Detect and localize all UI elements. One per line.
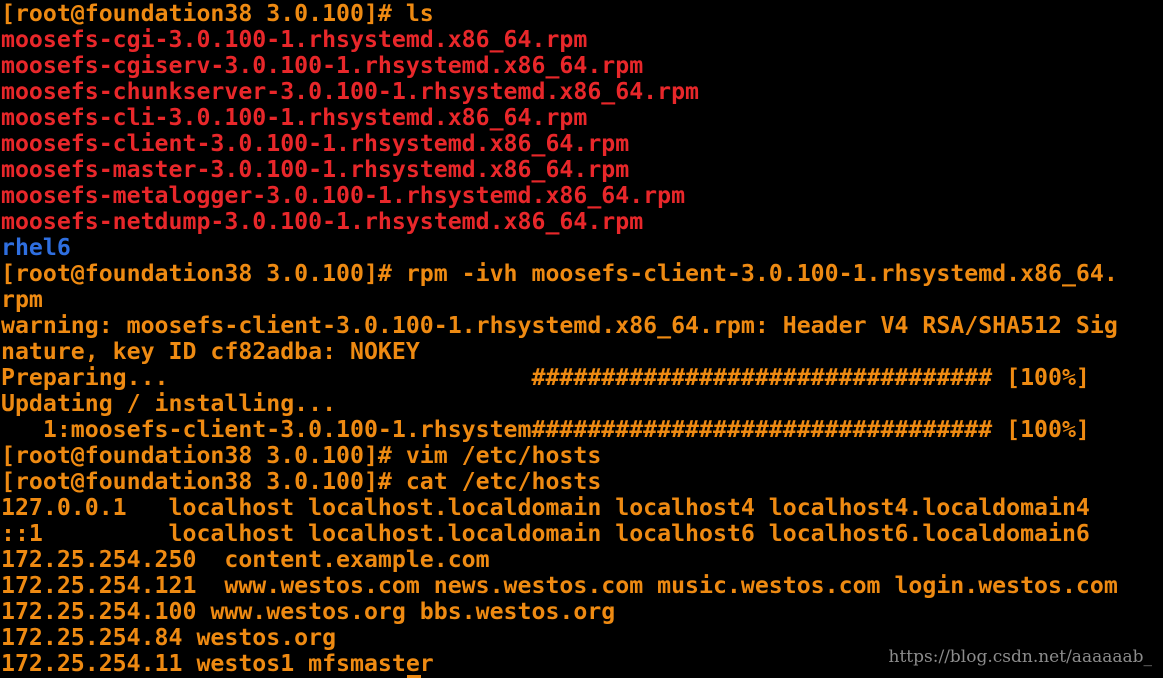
rpm-file-entry: moosefs-client-3.0.100-1.rhsystemd.x86_6… xyxy=(1,130,630,157)
hosts-entry: 172.25.254.121 www.westos.com news.westo… xyxy=(1,572,1118,599)
rpm-file-entry: moosefs-master-3.0.100-1.rhsystemd.x86_6… xyxy=(1,156,630,183)
warning-line: warning: moosefs-client-3.0.100-1.rhsyst… xyxy=(1,312,1118,339)
prompt-line: [root@foundation38 3.0.100]# vim /etc/ho… xyxy=(1,442,602,469)
rpm-file-entry: moosefs-cli-3.0.100-1.rhsystemd.x86_64.r… xyxy=(1,104,588,131)
progress-line: Preparing... ###########################… xyxy=(1,364,1090,391)
progress-line: 1:moosefs-client-3.0.100-1.rhsystem#####… xyxy=(1,416,1090,443)
rpm-file-entry: moosefs-cgiserv-3.0.100-1.rhsystemd.x86_… xyxy=(1,52,644,79)
rpm-file-entry: moosefs-metalogger-3.0.100-1.rhsystemd.x… xyxy=(1,182,686,209)
output-line: Updating / installing... xyxy=(1,390,337,417)
hosts-entry: 127.0.0.1 localhost localhost.localdomai… xyxy=(1,494,1090,521)
output-line: rpm xyxy=(1,286,43,313)
rpm-file-entry: moosefs-chunkserver-3.0.100-1.rhsystemd.… xyxy=(1,78,700,105)
rpm-file-entry: moosefs-cgi-3.0.100-1.rhsystemd.x86_64.r… xyxy=(1,26,588,53)
prompt-line: [root@foundation38 3.0.100]# rpm -ivh mo… xyxy=(1,260,1118,287)
hosts-entry: 172.25.254.250 content.example.com xyxy=(1,546,490,573)
watermark-url: https://blog.csdn.net/aaaaaab_ xyxy=(888,647,1152,667)
terminal-window[interactable]: [root@foundation38 3.0.100]# ls moosefs-… xyxy=(0,0,1163,678)
warning-line: nature, key ID cf82adba: NOKEY xyxy=(1,338,420,365)
directory-entry: rhel6 xyxy=(1,234,71,261)
prompt-line: [root@foundation38 3.0.100]# ls xyxy=(1,0,434,27)
hosts-entry: ::1 localhost localhost.localdomain loca… xyxy=(1,520,1090,547)
terminal-output: [root@foundation38 3.0.100]# ls moosefs-… xyxy=(1,1,1118,677)
hosts-entry: 172.25.254.100 www.westos.org bbs.westos… xyxy=(1,598,616,625)
rpm-file-entry: moosefs-netdump-3.0.100-1.rhsystemd.x86_… xyxy=(1,208,644,235)
prompt-line: [root@foundation38 3.0.100]# cat /etc/ho… xyxy=(1,468,602,495)
